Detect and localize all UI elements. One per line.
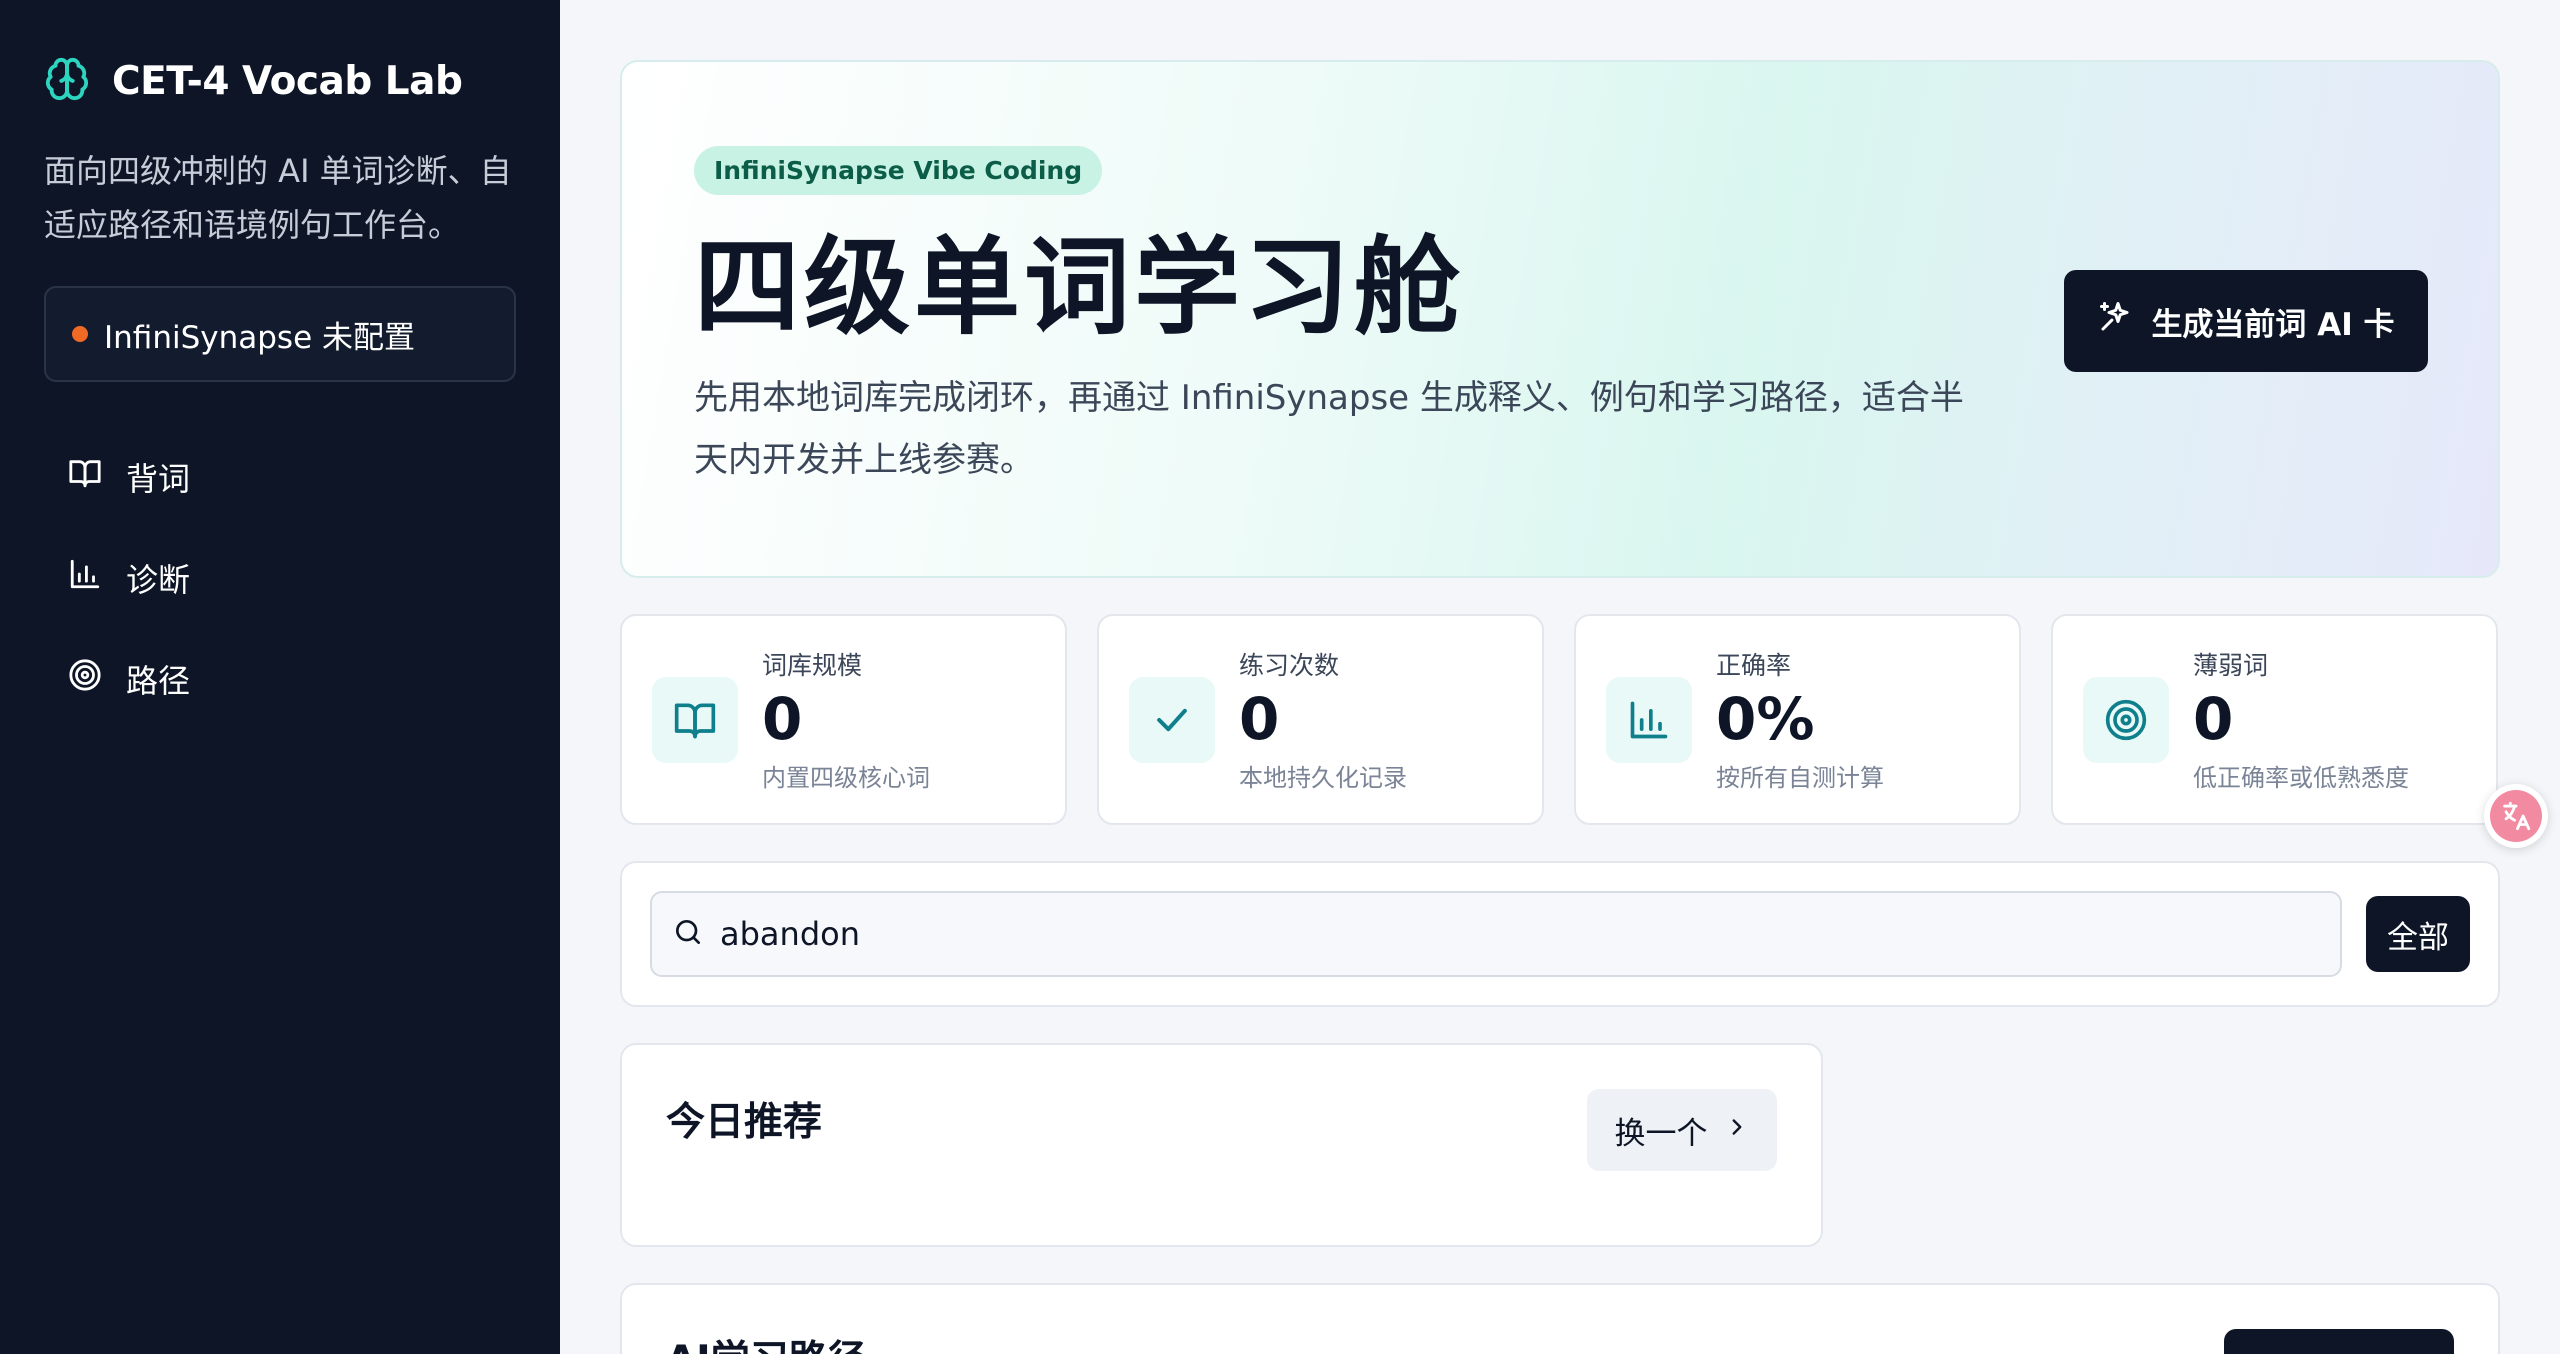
stat-label: 练习次数 <box>1239 651 1340 680</box>
stat-label: 词库规模 <box>762 651 863 680</box>
status-text: InfiniSynapse 未配置 <box>104 319 415 356</box>
chevron-right-icon <box>1724 1112 1750 1148</box>
search-card: 全部 <box>620 861 2500 1007</box>
stat-note: 本地持久化记录 <box>1239 764 1407 792</box>
search-input[interactable] <box>720 915 2320 953</box>
status-dot <box>72 326 88 342</box>
sidebar-nav: 背词 诊断 路径 <box>44 426 516 729</box>
nav-label: 路径 <box>126 661 191 700</box>
hero-description: 先用本地词库完成闭环，再通过 InfiniSynapse 生成释义、例句和学习路… <box>694 378 1964 480</box>
brand-description: 面向四级冲刺的 AI 单词诊断、自适应路径和语境例句工作台。 <box>44 152 512 244</box>
nav-label: 背词 <box>126 459 191 498</box>
nav-item-diagnosis[interactable]: 诊断 <box>44 527 516 628</box>
infinisynapse-status[interactable]: InfiniSynapse 未配置 <box>44 286 516 382</box>
stat-card-practice-count: 练习次数 0 本地持久化记录 <box>1097 614 1544 825</box>
today-recommendation-card: 今日推荐 换一个 <box>620 1043 1823 1247</box>
stat-card-accuracy: 正确率 0% 按所有自测计算 <box>1574 614 2021 825</box>
switch-word-button[interactable]: 换一个 <box>1587 1089 1777 1171</box>
hero-badge: InfiniSynapse Vibe Coding <box>694 146 1103 195</box>
search-box[interactable] <box>650 891 2342 977</box>
stat-note: 内置四级核心词 <box>762 764 930 792</box>
sparkles-icon <box>2097 299 2133 343</box>
stat-value: 0 <box>762 685 803 753</box>
brand-title: CET-4 Vocab Lab <box>112 58 463 104</box>
main-content: InfiniSynapse Vibe Coding 四级单词学习舱 先用本地词库… <box>620 60 2500 1354</box>
bar-chart-icon <box>1606 676 1692 763</box>
stat-card-vocab-size: 词库规模 0 内置四级核心词 <box>620 614 1067 825</box>
translate-widget[interactable] <box>2484 784 2548 848</box>
switch-word-label: 换一个 <box>1614 1115 1708 1152</box>
book-icon <box>652 676 738 763</box>
learning-path-title: AI学习路径 <box>666 1329 2454 1354</box>
stat-label: 正确率 <box>1716 651 1792 680</box>
book-icon <box>68 456 102 498</box>
nav-item-vocab[interactable]: 背词 <box>44 426 516 527</box>
nav-label: 诊断 <box>126 560 191 599</box>
brand[interactable]: CET-4 Vocab Lab <box>44 56 516 106</box>
sidebar: CET-4 Vocab Lab 面向四级冲刺的 AI 单词诊断、自适应路径和语境… <box>0 0 560 1354</box>
ai-learning-path-card: AI学习路径 <box>620 1283 2500 1354</box>
target-icon <box>68 658 102 700</box>
stat-note: 按所有自测计算 <box>1716 764 1884 792</box>
stat-value: 0 <box>2193 685 2234 753</box>
check-icon <box>1129 676 1215 763</box>
filter-all-button[interactable]: 全部 <box>2366 896 2470 972</box>
bar-chart-icon <box>68 557 102 599</box>
stat-value: 0 <box>1239 685 1280 753</box>
stat-value: 0% <box>1716 685 1815 753</box>
search-icon <box>672 916 704 952</box>
generate-ai-card-label: 生成当前词 AI 卡 <box>2151 306 2395 343</box>
stat-note: 低正确率或低熟悉度 <box>2193 764 2409 792</box>
stat-label: 薄弱词 <box>2193 651 2269 680</box>
target-icon <box>2083 676 2169 763</box>
stat-card-weak-words: 薄弱词 0 低正确率或低熟悉度 <box>2051 614 2498 825</box>
translate-icon <box>2490 790 2542 842</box>
generate-ai-card-button[interactable]: 生成当前词 AI 卡 <box>2064 270 2428 372</box>
hero-banner: InfiniSynapse Vibe Coding 四级单词学习舱 先用本地词库… <box>620 60 2500 578</box>
stats-row: 词库规模 0 内置四级核心词 练习次数 0 本地持久化记录 正确率 0% 按所有… <box>620 614 2500 825</box>
brain-icon <box>44 56 90 106</box>
nav-item-path[interactable]: 路径 <box>44 628 516 729</box>
learning-path-action-button[interactable] <box>2224 1329 2454 1354</box>
